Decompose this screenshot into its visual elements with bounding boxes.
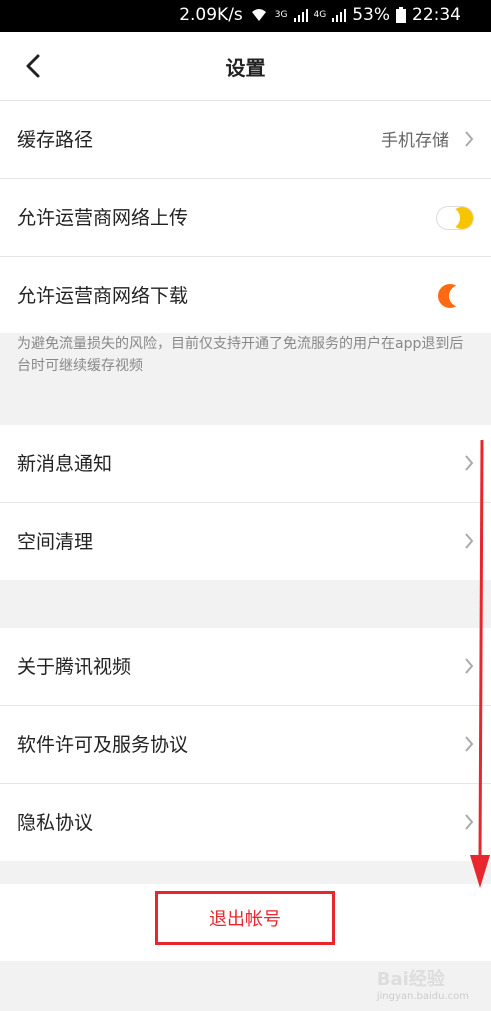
mobile-upload-row: 允许运营商网络上传 [0, 179, 491, 257]
mobile-download-row: 允许运营商网络下载 [0, 257, 491, 334]
general-settings-group: 新消息通知 空间清理 [0, 425, 491, 580]
cache-path-row[interactable]: 缓存路径 手机存储 [0, 101, 491, 179]
wifi-icon [251, 9, 266, 21]
notifications-label: 新消息通知 [17, 453, 113, 475]
license-row[interactable]: 软件许可及服务协议 [0, 706, 491, 784]
mobile-upload-label: 允许运营商网络上传 [17, 207, 189, 229]
about-settings-group: 关于腾讯视频 软件许可及服务协议 隐私协议 [0, 628, 491, 861]
space-cleanup-label: 空间清理 [17, 531, 94, 553]
mobile-upload-toggle[interactable] [436, 206, 474, 230]
license-label: 软件许可及服务协议 [17, 734, 189, 756]
battery-icon [396, 7, 406, 23]
about-label: 关于腾讯视频 [17, 656, 132, 678]
privacy-row[interactable]: 隐私协议 [0, 784, 491, 861]
logout-button[interactable]: 退出帐号 [155, 891, 335, 945]
annotation-arrow-icon [470, 440, 490, 888]
watermark-sub: jingyan.baidu.com [376, 991, 469, 1002]
storage-settings-group: 缓存路径 手机存储 允许运营商网络上传 允许运营商网络下载 [0, 101, 491, 334]
status-bar: 2.09K/s 3G 4G 53% 22:34 [0, 0, 491, 32]
notifications-row[interactable]: 新消息通知 [0, 425, 491, 503]
privacy-label: 隐私协议 [17, 812, 94, 834]
cache-path-label: 缓存路径 [17, 129, 94, 151]
toggle-on-icon [438, 284, 471, 308]
about-row[interactable]: 关于腾讯视频 [0, 628, 491, 706]
network-speed: 2.09K/s [179, 5, 243, 25]
page-title: 设置 [225, 56, 266, 80]
chevron-right-icon [465, 131, 474, 147]
space-cleanup-row[interactable]: 空间清理 [0, 503, 491, 580]
signal-icon [293, 9, 308, 22]
toggle-off-icon [436, 206, 474, 230]
network-type-1: 3G [274, 10, 288, 20]
watermark-text: Bai经验 [376, 969, 445, 990]
mobile-download-toggle[interactable] [436, 284, 474, 308]
data-usage-note: 为避免流量损失的风险，目前仅支持开通了免流服务的用户在app退到后台时可继续缓存… [0, 333, 491, 377]
battery-percent: 53% [352, 5, 390, 25]
nav-bar: 设置 [0, 32, 491, 101]
network-type-2: 4G [313, 10, 327, 20]
watermark-logo: Bai经验 jingyan.baidu.com [377, 965, 469, 1002]
clock: 22:34 [412, 5, 461, 25]
signal-icon [332, 9, 347, 22]
cache-path-value: 手机存储 [381, 131, 449, 151]
mobile-download-label: 允许运营商网络下载 [17, 285, 189, 307]
logout-section: 退出帐号 [0, 884, 491, 961]
